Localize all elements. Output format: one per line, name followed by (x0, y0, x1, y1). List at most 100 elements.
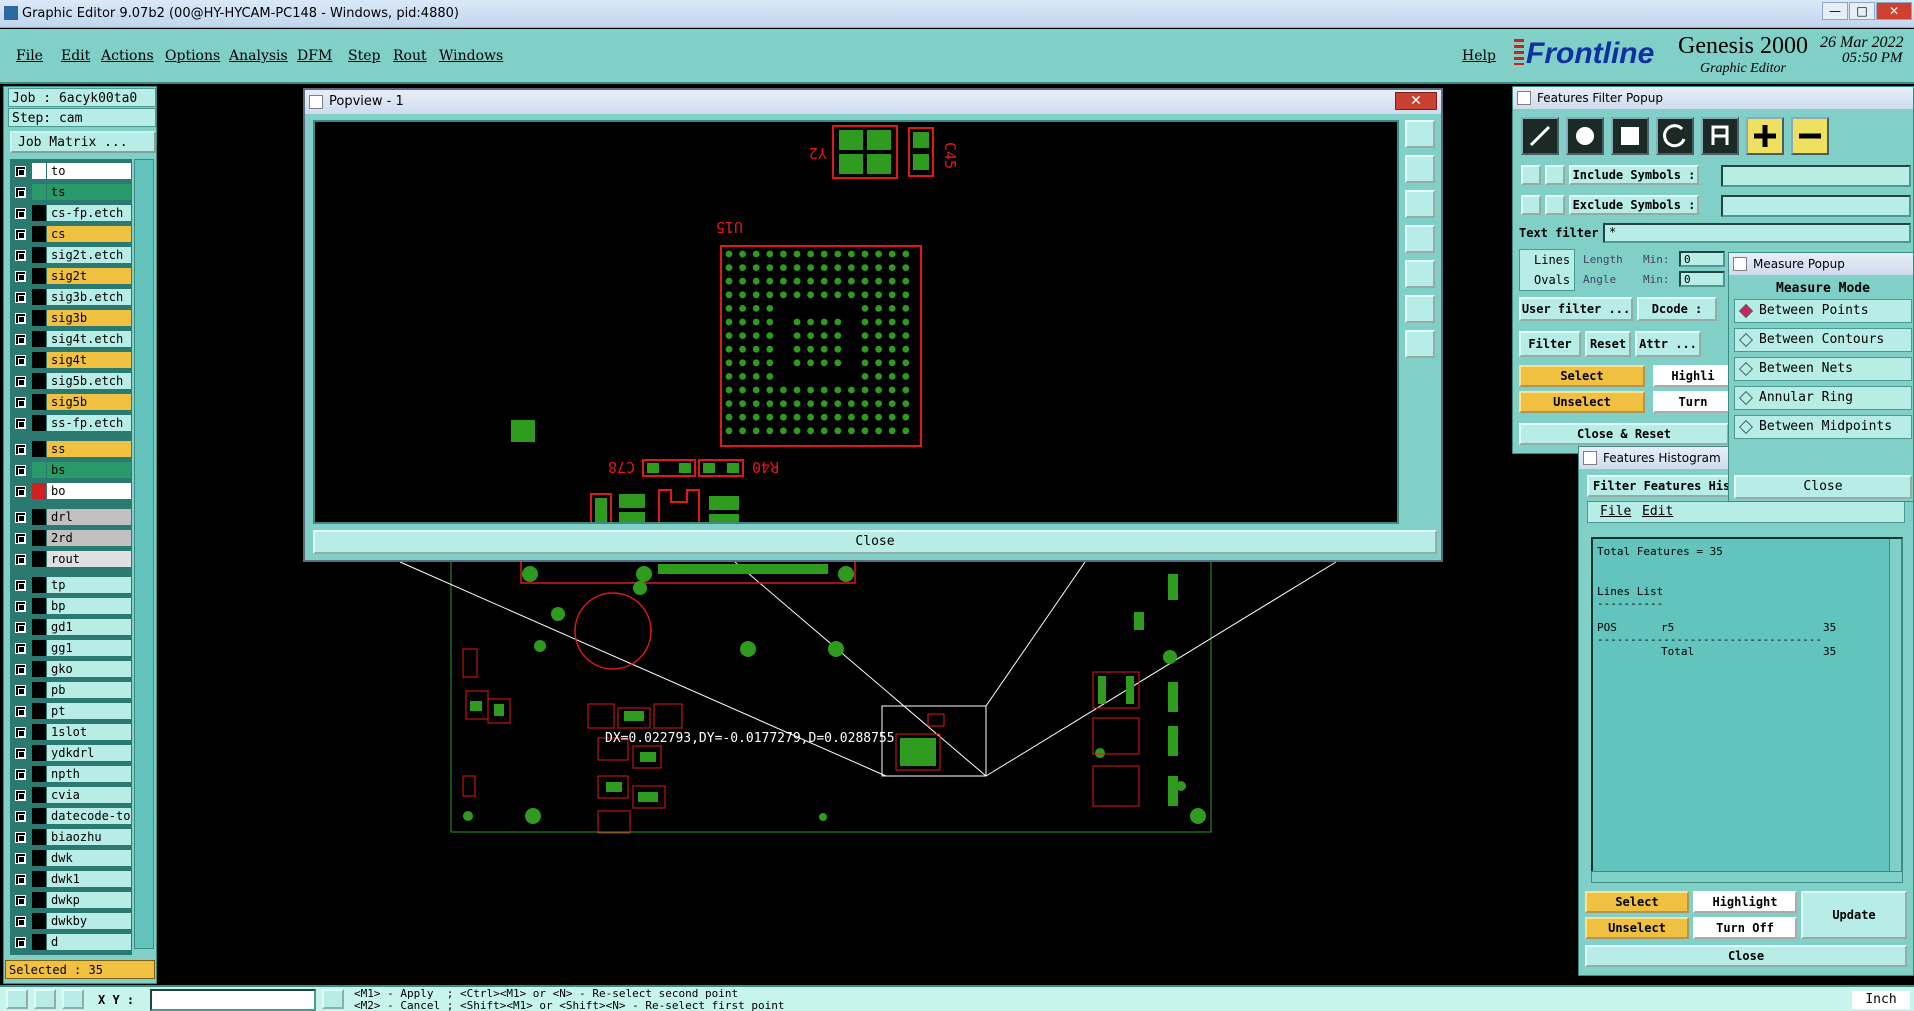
menu-actions[interactable]: Actions (101, 48, 154, 64)
layer-checkbox[interactable] (15, 554, 26, 565)
layer-row[interactable]: ts (10, 182, 132, 203)
layer-row[interactable]: pt (10, 701, 132, 722)
menu-dfm[interactable]: DFM (297, 48, 332, 64)
layer-name[interactable]: npth (47, 766, 131, 782)
layer-checkbox[interactable] (15, 853, 26, 864)
radio-icon[interactable] (1738, 332, 1754, 348)
layer-name[interactable]: rout (47, 551, 131, 567)
layer-checkbox[interactable] (15, 334, 26, 345)
lines-checkbox[interactable]: Lines (1534, 253, 1570, 267)
layer-color-swatch[interactable] (32, 483, 46, 499)
histogram-turnoff-button[interactable]: Turn Off (1693, 917, 1797, 939)
layer-row[interactable]: bs (10, 460, 132, 481)
popview-pan-left-button[interactable] (1405, 225, 1435, 253)
text-filter-input[interactable]: * (1603, 223, 1911, 243)
layer-checkbox[interactable] (15, 685, 26, 696)
layer-color-swatch[interactable] (32, 850, 46, 866)
histogram-select-button[interactable]: Select (1585, 891, 1689, 913)
layer-name[interactable]: datecode-to (47, 808, 131, 824)
line-tool-icon[interactable] (1521, 117, 1559, 155)
measure-option[interactable]: Between Midpoints (1734, 415, 1912, 439)
status-tool2-icon[interactable] (34, 989, 56, 1009)
measure-option[interactable]: Between Nets (1734, 357, 1912, 381)
close-reset-button[interactable]: Close & Reset (1519, 423, 1729, 445)
exclude-symbols-input[interactable] (1721, 195, 1911, 217)
layer-checkbox[interactable] (15, 811, 26, 822)
layer-color-swatch[interactable] (32, 598, 46, 614)
layer-name[interactable]: sig4t (47, 352, 131, 368)
layer-row[interactable]: ss (10, 439, 132, 460)
layer-row[interactable]: 2rd (10, 528, 132, 549)
layer-color-swatch[interactable] (32, 331, 46, 347)
layer-name[interactable]: gd1 (47, 619, 131, 635)
layer-checkbox[interactable] (15, 208, 26, 219)
layer-row[interactable]: sig5b.etch (10, 371, 132, 392)
layer-name[interactable]: ydkdrl (47, 745, 131, 761)
layer-row[interactable]: bo (10, 481, 132, 502)
layer-checkbox[interactable] (15, 355, 26, 366)
layer-name[interactable]: tp (47, 577, 131, 593)
layer-name[interactable]: bo (47, 483, 131, 499)
menu-options[interactable]: Options (165, 48, 220, 64)
layer-checkbox[interactable] (15, 397, 26, 408)
layer-row[interactable]: to (10, 161, 132, 182)
layer-color-swatch[interactable] (32, 394, 46, 410)
negative-polarity-icon[interactable] (1791, 117, 1829, 155)
layer-name[interactable]: dwk1 (47, 871, 131, 887)
layer-row[interactable]: cs (10, 224, 132, 245)
layer-name[interactable]: drl (47, 509, 131, 525)
layer-color-swatch[interactable] (32, 829, 46, 845)
layer-row[interactable]: biaozhu (10, 827, 132, 848)
include-pick2-icon[interactable] (1545, 165, 1565, 185)
histogram-vscroll[interactable] (1889, 539, 1901, 881)
layer-name[interactable]: sig3b (47, 310, 131, 326)
arc-tool-icon[interactable] (1656, 117, 1694, 155)
reset-button[interactable]: Reset (1585, 331, 1631, 357)
popview-close-button[interactable]: Close (313, 530, 1437, 554)
layer-row[interactable]: drl (10, 507, 132, 528)
layer-name[interactable]: d (47, 934, 131, 950)
layer-checkbox[interactable] (15, 748, 26, 759)
measure-close-button[interactable]: Close (1734, 475, 1912, 499)
measure-option[interactable]: Between Contours (1734, 328, 1912, 352)
layer-name[interactable]: cs (47, 226, 131, 242)
popview-pan-up-button[interactable] (1405, 155, 1435, 183)
layer-row[interactable]: dwk1 (10, 869, 132, 890)
layer-row[interactable]: sig2t.etch (10, 245, 132, 266)
filter-highlight-button[interactable]: Highli (1653, 365, 1733, 387)
layer-row[interactable]: ydkdrl (10, 743, 132, 764)
layer-row[interactable]: sig2t (10, 266, 132, 287)
histogram-update-button[interactable]: Update (1801, 891, 1907, 939)
layer-color-swatch[interactable] (32, 724, 46, 740)
layer-row[interactable]: 1slot (10, 722, 132, 743)
layer-color-swatch[interactable] (32, 184, 46, 200)
dcode-button[interactable]: Dcode : (1637, 297, 1717, 321)
menu-step[interactable]: Step (348, 48, 380, 64)
layer-color-swatch[interactable] (32, 640, 46, 656)
status-tool1-icon[interactable] (6, 989, 28, 1009)
layer-checkbox[interactable] (15, 444, 26, 455)
layer-row[interactable]: pb (10, 680, 132, 701)
status-grid-icon[interactable] (62, 989, 84, 1009)
layer-color-swatch[interactable] (32, 373, 46, 389)
layer-name[interactable]: sig2t (47, 268, 131, 284)
layer-row[interactable]: dwk (10, 848, 132, 869)
layer-checkbox[interactable] (15, 580, 26, 591)
radio-selected-icon[interactable] (1738, 303, 1754, 319)
layer-checkbox[interactable] (15, 533, 26, 544)
layer-name[interactable]: sig5b.etch (47, 373, 131, 389)
layer-row[interactable]: sig3b.etch (10, 287, 132, 308)
layer-checkbox[interactable] (15, 937, 26, 948)
xy-coordinate-input[interactable] (150, 989, 316, 1011)
layer-color-swatch[interactable] (32, 352, 46, 368)
user-filter-button[interactable]: User filter ... (1519, 297, 1633, 321)
units-indicator[interactable]: Inch (1852, 991, 1910, 1009)
layer-color-swatch[interactable] (32, 226, 46, 242)
measure-option[interactable]: Between Points (1734, 299, 1912, 323)
popview-pan-right-button[interactable] (1405, 260, 1435, 288)
layer-name[interactable]: sig3b.etch (47, 289, 131, 305)
layer-name[interactable]: sig5b (47, 394, 131, 410)
layer-name[interactable]: dwk (47, 850, 131, 866)
exclude-pick-icon[interactable] (1521, 195, 1541, 215)
layer-checkbox[interactable] (15, 832, 26, 843)
